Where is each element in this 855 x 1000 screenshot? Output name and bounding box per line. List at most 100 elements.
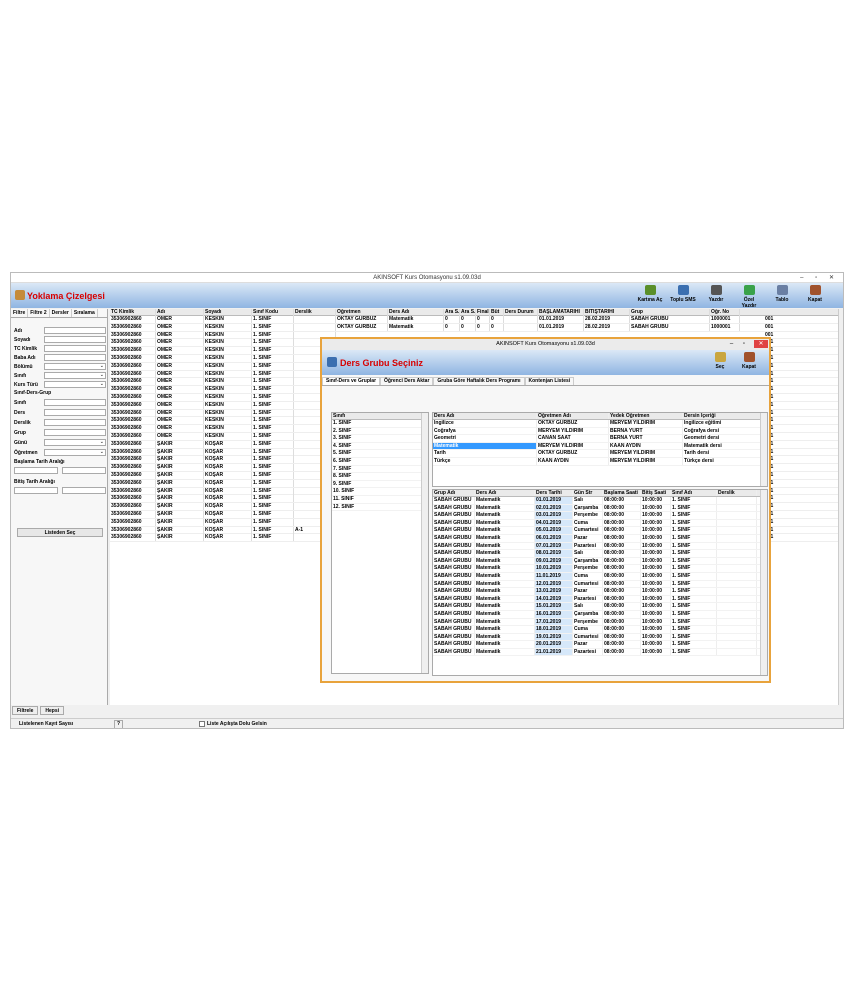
- dialog-tab[interactable]: Gruba Göre Haftalık Ders Programı: [433, 377, 525, 385]
- session-row[interactable]: SABAH GRUBU Matematik 10.01.2019 Perşembe 08…: [433, 565, 767, 573]
- dialog-tab[interactable]: Kontenjan Listesi: [524, 377, 575, 385]
- class-row[interactable]: 9. SINIF: [332, 480, 428, 489]
- class-row[interactable]: 6. SINIF: [332, 457, 428, 466]
- grid-header-cell[interactable]: Ders Adı: [388, 309, 444, 316]
- session-row[interactable]: SABAH GRUBU Matematik 05.01.2019 Cumartesi 0…: [433, 527, 767, 535]
- toolbar-button[interactable]: Toplu SMS: [670, 285, 696, 307]
- class-row[interactable]: 11. SINIF: [332, 495, 428, 504]
- course-row[interactable]: Türkçe KAAN AYDIN MERYEM YILDIRIM Türkçe de…: [433, 457, 767, 466]
- dialog-close-icon[interactable]: ✕: [754, 340, 768, 348]
- date-to-input[interactable]: [62, 487, 106, 494]
- class-row[interactable]: 12. SINIF: [332, 503, 428, 512]
- session-list-scrollbar[interactable]: [760, 490, 767, 675]
- session-row[interactable]: SABAH GRUBU Matematik 11.01.2019 Cuma 08:00:…: [433, 572, 767, 581]
- date-to-input[interactable]: [62, 467, 106, 474]
- filter-input[interactable]: [44, 345, 106, 352]
- filter-button[interactable]: Filtrele: [12, 706, 39, 715]
- toolbar-button[interactable]: Özel Yazdır: [736, 285, 762, 309]
- grid-header-cell[interactable]: BAŞLAMATARİHİ: [538, 309, 584, 316]
- course-header-cell[interactable]: Dersin İçeriği: [683, 413, 761, 419]
- session-row[interactable]: SABAH GRUBU Matematik 04.01.2019 Cuma 08:00:…: [433, 519, 767, 528]
- chevron-down-icon[interactable]: ⌄: [100, 363, 104, 369]
- grid-header-cell[interactable]: TC Kimlik: [110, 309, 156, 316]
- filter-input[interactable]: [44, 409, 106, 416]
- filter-input[interactable]: [44, 354, 106, 361]
- course-row[interactable]: İngilizce OKTAY GÜRBÜZ MERYEM YILDIRIM İngi…: [433, 420, 767, 428]
- filter-input[interactable]: [44, 372, 106, 379]
- class-row[interactable]: 4. SINIF: [332, 442, 428, 451]
- session-row[interactable]: SABAH GRUBU Matematik 19.01.2019 Cumartesi 0…: [433, 633, 767, 642]
- toolbar-button[interactable]: Kartına Aç: [637, 285, 663, 307]
- session-row[interactable]: SABAH GRUBU Matematik 07.01.2019 Pazartesi 0…: [433, 542, 767, 551]
- class-row[interactable]: 7. SINIF: [332, 465, 428, 474]
- session-row[interactable]: SABAH GRUBU Matematik 03.01.2019 Perşembe 08…: [433, 512, 767, 520]
- session-row[interactable]: SABAH GRUBU Matematik 20.01.2019 Pazar 08:00…: [433, 641, 767, 649]
- grid-header-cell[interactable]: Derslik: [294, 309, 336, 316]
- filter-input[interactable]: [44, 363, 106, 370]
- date-from-input[interactable]: [14, 467, 58, 474]
- session-row[interactable]: SABAH GRUBU Matematik 13.01.2019 Pazar 08:00…: [433, 588, 767, 596]
- session-row[interactable]: SABAH GRUBU Matematik 17.01.2019 Perşembe 08…: [433, 618, 767, 627]
- course-header-cell[interactable]: Öğretmen Adı: [537, 413, 609, 419]
- window-controls[interactable]: – ▫ ✕: [800, 273, 839, 283]
- select-button[interactable]: Seç: [707, 352, 733, 374]
- course-row[interactable]: Geometri CANAN SAAT BERNA YURT Geometri der…: [433, 435, 767, 443]
- course-row[interactable]: Coğrafya MERYEM YILDIRIM BERNA YURT Coğrafy…: [433, 427, 767, 436]
- course-row[interactable]: Matematik MERYEM YILDIRIM KAAN AYDIN Matema…: [433, 442, 767, 451]
- grid-header-cell[interactable]: Sınıf Kodu: [252, 309, 294, 316]
- filter-input[interactable]: [44, 381, 106, 388]
- session-row[interactable]: SABAH GRUBU Matematik 21.01.2019 Pazartesi 0…: [433, 648, 767, 657]
- filter-tab[interactable]: Sıralama: [72, 309, 98, 317]
- chevron-down-icon[interactable]: ⌄: [100, 372, 104, 378]
- grid-header-cell[interactable]: BİTİŞTARİHİ: [584, 309, 630, 316]
- class-row[interactable]: 2. SINIF: [332, 427, 428, 436]
- session-header-cell[interactable]: Ders Adı: [475, 490, 535, 496]
- dialog-min-max[interactable]: – ▫: [730, 339, 749, 350]
- class-row[interactable]: 8. SINIF: [332, 473, 428, 481]
- session-row[interactable]: SABAH GRUBU Matematik 14.01.2019 Pazartesi 0…: [433, 595, 767, 604]
- grid-header-cell[interactable]: Grup: [630, 309, 710, 316]
- course-row[interactable]: Tarih OKTAY GÜRBÜZ MERYEM YILDIRIM Tarih de…: [433, 450, 767, 458]
- session-row[interactable]: SABAH GRUBU Matematik 09.01.2019 Çarşamba 08…: [433, 557, 767, 566]
- session-header-cell[interactable]: Derslik: [717, 490, 757, 496]
- grid-header-cell[interactable]: Final: [476, 309, 490, 316]
- dialog-close-button[interactable]: Kapat: [736, 352, 762, 374]
- chevron-down-icon[interactable]: ⌄: [100, 439, 104, 445]
- grid-scrollbar[interactable]: [838, 309, 843, 705]
- session-row[interactable]: SABAH GRUBU Matematik 15.01.2019 Salı 08:00:…: [433, 603, 767, 611]
- all-button[interactable]: Hepsi: [40, 706, 65, 715]
- date-from-input[interactable]: [14, 487, 58, 494]
- filter-input[interactable]: [44, 336, 106, 343]
- grid-header-cell[interactable]: Ders Durum: [504, 309, 538, 316]
- filter-tab[interactable]: Dersler: [50, 309, 72, 317]
- filter-tab[interactable]: Filtre 2: [28, 309, 50, 317]
- toolbar-button[interactable]: Kapat: [802, 285, 828, 307]
- grid-header-cell[interactable]: Öğr. No: [710, 309, 740, 316]
- class-row[interactable]: 5. SINIF: [332, 450, 428, 458]
- course-header-cell[interactable]: Yedek Öğretmen: [609, 413, 683, 419]
- class-row[interactable]: 3. SINIF: [332, 435, 428, 443]
- table-row[interactable]: 35306902860 ÖMER KESKİN 1. SINIF OKTAY GÜRBÜ…: [110, 323, 843, 332]
- table-row[interactable]: 35306902860 ÖMER KESKİN 1. SINIF OKTAY GÜRBÜ…: [110, 316, 843, 324]
- filter-input[interactable]: [44, 439, 106, 446]
- session-row[interactable]: SABAH GRUBU Matematik 16.01.2019 Çarşamba 08…: [433, 610, 767, 619]
- session-header-cell[interactable]: Başlama Saati: [603, 490, 641, 496]
- list-select-button[interactable]: Listeden Seç: [17, 528, 103, 537]
- chevron-down-icon[interactable]: ⌄: [100, 449, 104, 455]
- session-row[interactable]: SABAH GRUBU Matematik 02.01.2019 Çarşamba 08…: [433, 504, 767, 513]
- dialog-tab[interactable]: Sınıf-Ders ve Gruplar: [322, 377, 381, 385]
- class-row[interactable]: 1. SINIF: [332, 420, 428, 428]
- filter-input[interactable]: [44, 419, 106, 426]
- grid-header-cell[interactable]: Ara S.2: [460, 309, 476, 316]
- autoload-checkbox[interactable]: [199, 721, 205, 727]
- session-row[interactable]: SABAH GRUBU Matematik 01.01.2019 Salı 08:00:…: [433, 497, 767, 505]
- grid-header-cell[interactable]: Adı: [156, 309, 204, 316]
- session-header-cell[interactable]: Gün Str: [573, 490, 603, 496]
- chevron-down-icon[interactable]: ⌄: [100, 381, 104, 387]
- course-header-cell[interactable]: Ders Adı: [433, 413, 537, 419]
- dialog-tab[interactable]: Öğrenci Ders Aktar: [380, 377, 434, 385]
- filter-input[interactable]: [44, 327, 106, 334]
- course-list-scrollbar[interactable]: [760, 413, 767, 486]
- session-row[interactable]: SABAH GRUBU Matematik 18.01.2019 Cuma 08:00:…: [433, 626, 767, 634]
- session-row[interactable]: SABAH GRUBU Matematik 06.01.2019 Pazar 08:00…: [433, 534, 767, 543]
